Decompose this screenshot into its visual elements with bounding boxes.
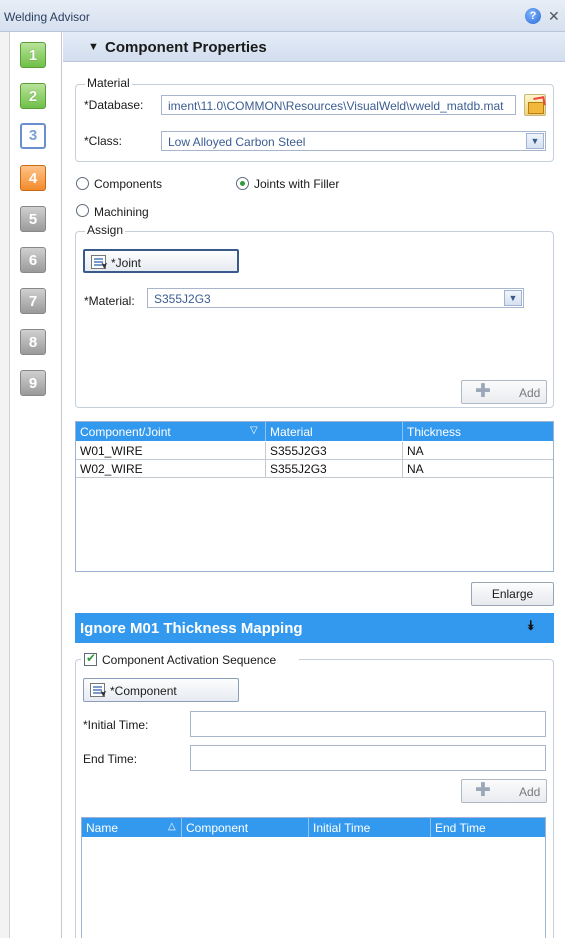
table-cell: S355J2G3 [266,442,403,460]
activation-sequence-checkbox[interactable] [84,651,97,666]
window-title: Welding Advisor [4,10,90,24]
assign-legend: Assign [85,223,126,237]
joint-pick-button-label: *Joint [111,256,142,270]
assign-add-button[interactable]: ✚ Add [461,380,547,404]
step-8-button[interactable]: 8 [20,329,46,355]
chevron-down-icon[interactable]: ▼ [526,133,544,149]
open-folder-icon[interactable] [524,94,546,116]
table-cell: NA [407,444,424,458]
steps-gutter [0,32,10,938]
table-cell: NA [407,462,424,476]
joints-with-filler-radio[interactable] [236,177,249,190]
step-1-button[interactable]: 1 [20,42,46,68]
column-header-initial-time[interactable]: Initial Time [309,818,431,837]
step-6-button[interactable]: 6 [20,247,46,273]
enlarge-button[interactable]: Enlarge [471,582,554,606]
collapse-triangle-icon: ▼ [88,41,99,53]
joints-with-filler-radio-label: Joints with Filler [254,177,340,191]
step-2-button[interactable]: 2 [20,83,46,109]
double-chevron-down-icon[interactable]: ⯯ [527,618,535,634]
plus-icon: ✚ [475,780,491,801]
component-properties-header[interactable]: ▼ Component Properties [63,32,565,62]
assign-material-value: S355J2G3 [154,292,211,306]
table-cell: W01_WIRE [76,442,266,460]
table-header: Component/Joint ▽ Material Thickness [76,422,553,441]
components-radio-label: Components [94,177,163,191]
close-icon[interactable]: ✕ [548,8,560,24]
assign-add-button-label: Add [519,386,541,400]
joint-pick-button[interactable]: *Joint [83,249,239,273]
material-legend: Material [85,76,132,90]
activation-add-button-label: Add [519,785,541,799]
component-pick-button-label: *Component [110,684,177,698]
activation-add-button[interactable]: ✚ Add [461,779,547,803]
help-icon[interactable]: ? [525,8,541,24]
column-header-component[interactable]: Component [182,818,309,837]
step-9-button[interactable]: 9 [20,370,46,396]
window-titlebar: Welding Advisor ? ✕ [0,0,565,32]
plus-icon: ✚ [475,381,491,402]
pick-select-icon [91,255,106,269]
column-header-thickness[interactable]: Thickness [403,422,553,441]
table-cell: S355J2G3 [266,460,403,478]
initial-time-label: *Initial Time: [83,718,149,732]
database-label: *Database: [84,98,144,112]
component-joint-table[interactable]: Component/Joint ▽ Material Thickness W01… [75,421,554,572]
main-panel: ▼ Component Properties Material *Databas… [63,32,565,938]
initial-time-input[interactable] [190,711,546,737]
activation-sequence-label: Component Activation Sequence [102,653,277,667]
step-4-button[interactable]: 4 [20,165,46,191]
step-3-button[interactable]: 3 [20,123,46,149]
table-header: Name △ Component Initial Time End Time [82,818,545,837]
filter-triangle-icon[interactable]: ▽ [250,425,258,436]
table-cell: W02_WIRE [76,460,266,478]
machining-radio-label: Machining [94,205,149,219]
step-7-button[interactable]: 7 [20,288,46,314]
components-radio[interactable] [76,177,89,190]
thickness-mapping-header[interactable]: Ignore M01 Thickness Mapping ⯯ [75,613,554,643]
machining-radio[interactable] [76,204,89,217]
class-select[interactable]: Low Alloyed Carbon Steel ▼ [161,131,546,151]
pick-select-icon [90,683,105,697]
thickness-mapping-title: Ignore M01 Thickness Mapping [80,620,303,637]
activation-legend: Component Activation Sequence [81,651,299,669]
table-row[interactable]: W02_WIRE S355J2G3 NA [76,460,553,478]
end-time-label: End Time: [83,752,138,766]
assign-material-select[interactable]: S355J2G3 ▼ [147,288,524,308]
column-header-component-joint[interactable]: Component/Joint [76,422,266,441]
step-navigator: 1 2 3 4 5 6 7 8 9 [10,32,62,938]
component-properties-title: Component Properties [105,39,267,56]
component-pick-button[interactable]: *Component [83,678,239,702]
database-field[interactable]: iment\11.0\COMMON\Resources\VisualWeld\v… [161,95,516,115]
assign-material-label: *Material: [84,294,135,308]
table-row[interactable]: W01_WIRE S355J2G3 NA [76,442,553,460]
column-header-name[interactable]: Name [82,818,182,837]
class-label: *Class: [84,134,123,148]
column-header-end-time[interactable]: End Time [431,818,545,837]
column-header-material[interactable]: Material [266,422,403,441]
sort-ascending-icon[interactable]: △ [168,821,176,832]
end-time-input[interactable] [190,745,546,771]
chevron-down-icon[interactable]: ▼ [504,290,522,306]
step-5-button[interactable]: 5 [20,206,46,232]
class-select-value: Low Alloyed Carbon Steel [168,135,306,149]
activation-table[interactable]: Name △ Component Initial Time End Time [81,817,546,938]
